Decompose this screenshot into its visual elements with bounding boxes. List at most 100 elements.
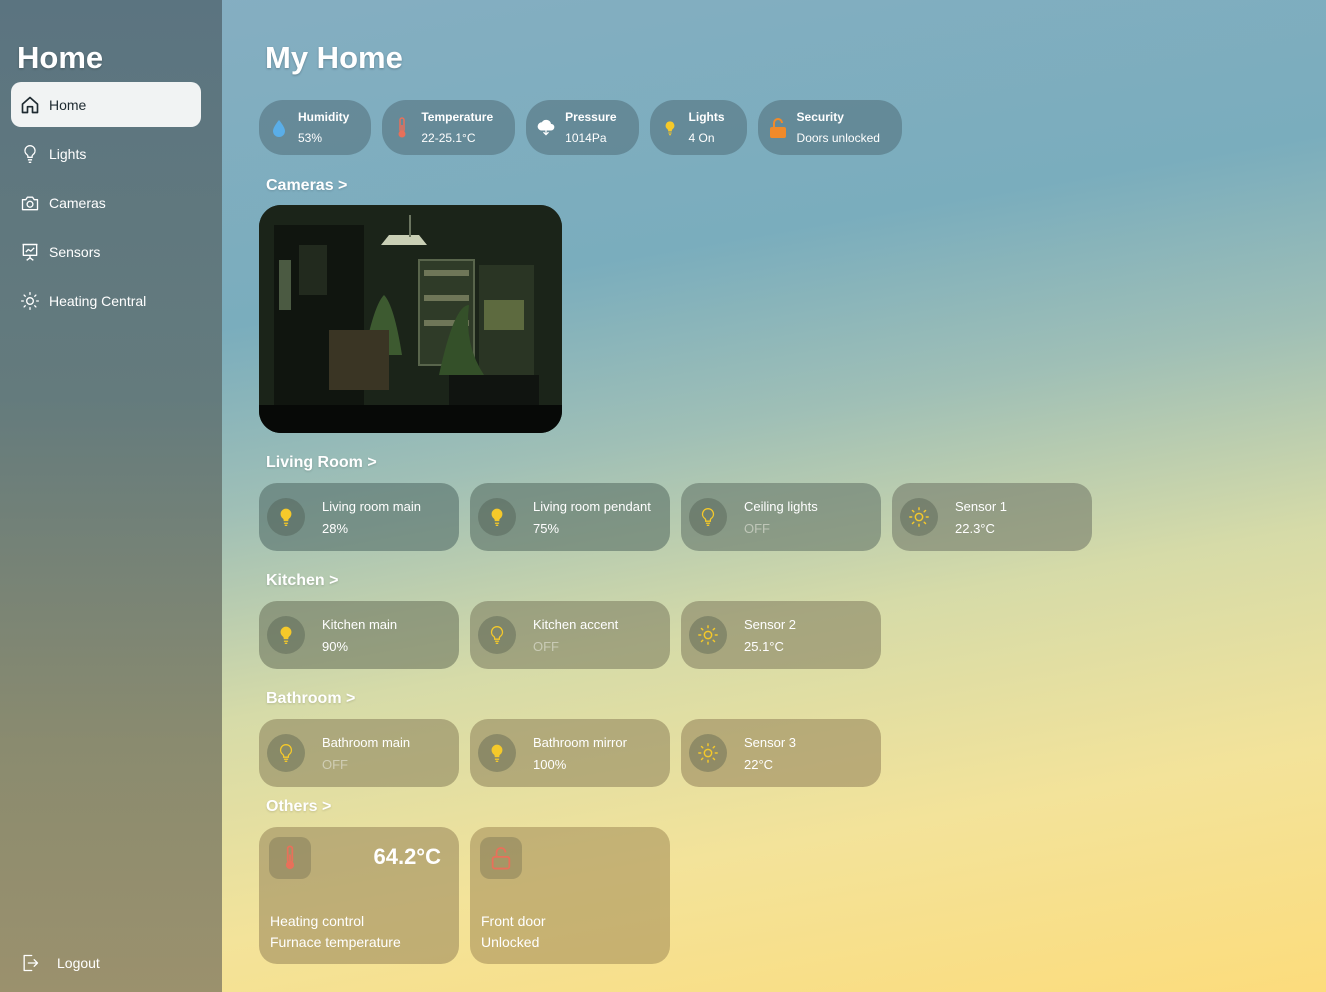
sun-icon	[19, 290, 41, 312]
device-value: 22.3°C	[955, 520, 995, 536]
stat-title: Temperature	[421, 110, 494, 124]
cloud-icon	[536, 116, 556, 140]
device-tile[interactable]: Kitchen accent OFF	[470, 601, 670, 669]
device-name: Front door	[481, 913, 546, 929]
device-tile[interactable]: Kitchen main 90%	[259, 601, 459, 669]
device-name: Sensor 3	[744, 734, 797, 750]
heating-control-tile[interactable]: 64.2°C Heating control Furnace temperatu…	[259, 827, 459, 964]
sun-icon	[689, 616, 727, 654]
others-row: 64.2°C Heating control Furnace temperatu…	[259, 827, 681, 964]
chart-icon	[19, 241, 41, 263]
camera-feed-image	[259, 205, 562, 433]
device-tile[interactable]: Living room pendant 75%	[470, 483, 670, 551]
device-value: OFF	[744, 520, 770, 536]
device-value: 28%	[322, 520, 349, 536]
front-door-tile[interactable]: Front door Unlocked	[470, 827, 670, 964]
device-tile[interactable]: Bathroom mirror 100%	[470, 719, 670, 787]
device-tile[interactable]: Living room main 28%	[259, 483, 459, 551]
device-name: Sensor 1	[955, 498, 1008, 514]
bulb-icon	[19, 143, 41, 165]
page-title: My Home	[265, 40, 403, 75]
sidebar-item-cameras[interactable]: Cameras	[11, 180, 201, 225]
logout-button[interactable]: Logout	[19, 952, 100, 974]
sidebar: Home Home Lights Cameras Sensors Heating…	[0, 0, 222, 992]
section-living-room[interactable]: Living Room >	[266, 454, 377, 472]
bulb-icon	[267, 616, 305, 654]
sidebar-item-label: Lights	[49, 145, 87, 162]
sidebar-nav: Home Lights Cameras Sensors Heating Cent…	[11, 82, 201, 327]
sensor-tile[interactable]: Sensor 3 22°C	[681, 719, 881, 787]
camera-feed[interactable]	[259, 205, 562, 433]
sidebar-item-home[interactable]: Home	[11, 82, 201, 127]
sidebar-item-label: Heating Central	[49, 292, 147, 309]
device-name: Ceiling lights	[744, 498, 818, 514]
sidebar-item-heating-central[interactable]: Heating Central	[11, 278, 201, 323]
unlock-icon	[768, 116, 788, 140]
droplet-icon	[269, 116, 289, 140]
section-kitchen[interactable]: Kitchen >	[266, 572, 338, 590]
sensor-tile[interactable]: Sensor 1 22.3°C	[892, 483, 1092, 551]
unlock-icon	[480, 837, 522, 879]
device-value: 90%	[322, 638, 349, 654]
section-cameras[interactable]: Cameras >	[266, 177, 347, 195]
device-value: 25.1°C	[744, 638, 784, 654]
bulb-icon	[478, 734, 516, 772]
device-subtitle: Unlocked	[481, 934, 540, 950]
bulb-outline-icon	[478, 616, 516, 654]
stat-value: Doors unlocked	[796, 131, 880, 145]
sidebar-item-label: Sensors	[49, 243, 101, 260]
section-bathroom[interactable]: Bathroom >	[266, 690, 355, 708]
device-name: Kitchen main	[322, 616, 398, 632]
sun-icon	[689, 734, 727, 772]
stat-title: Lights	[688, 110, 725, 124]
device-value: 22°C	[744, 756, 774, 772]
stat-value: 22-25.1°C	[421, 131, 476, 145]
device-name: Heating control	[270, 913, 365, 929]
device-value: 100%	[533, 756, 567, 772]
device-name: Kitchen accent	[533, 616, 619, 632]
stat-value: 53%	[298, 131, 323, 145]
device-name: Living room pendant	[533, 498, 651, 514]
sidebar-item-sensors[interactable]: Sensors	[11, 229, 201, 274]
bulb-icon	[660, 116, 680, 140]
stat-temperature[interactable]: Temperature 22-25.1°C	[382, 100, 516, 155]
stat-title: Security	[796, 110, 844, 124]
bathroom-row: Bathroom main OFF Bathroom mirror 100% S…	[259, 719, 892, 787]
device-value: 75%	[533, 520, 560, 536]
stat-humidity[interactable]: Humidity 53%	[259, 100, 372, 155]
stat-pressure[interactable]: Pressure 1014Pa	[526, 100, 639, 155]
device-name: Living room main	[322, 498, 421, 514]
stats-bar: Humidity 53% Temperature 22-25.1°C Press…	[259, 100, 913, 155]
stat-value: 4 On	[688, 131, 715, 145]
bulb-icon	[267, 498, 305, 536]
camera-icon	[19, 192, 41, 214]
device-value: OFF	[322, 756, 348, 772]
stat-value: 1014Pa	[565, 131, 607, 145]
device-subtitle: Furnace temperature	[270, 934, 401, 950]
sidebar-item-lights[interactable]: Lights	[11, 131, 201, 176]
home-icon	[19, 94, 41, 116]
living-room-row: Living room main 28% Living room pendant…	[259, 483, 1103, 551]
section-others[interactable]: Others >	[266, 798, 331, 816]
bulb-outline-icon	[267, 734, 305, 772]
stat-security[interactable]: Security Doors unlocked	[757, 100, 902, 155]
device-name: Bathroom mirror	[533, 734, 627, 750]
stat-title: Humidity	[298, 110, 350, 124]
sidebar-item-label: Home	[49, 96, 87, 113]
stat-lights[interactable]: Lights 4 On	[649, 100, 747, 155]
sidebar-title: Home	[17, 40, 104, 75]
thermometer-icon	[269, 837, 311, 879]
bulb-icon	[478, 498, 516, 536]
furnace-temperature-value: 64.2°C	[373, 844, 441, 869]
sun-icon	[900, 498, 938, 536]
sensor-tile[interactable]: Sensor 2 25.1°C	[681, 601, 881, 669]
sidebar-item-label: Cameras	[49, 194, 106, 211]
device-tile[interactable]: Ceiling lights OFF	[681, 483, 881, 551]
device-value: OFF	[533, 638, 559, 654]
stat-title: Pressure	[565, 110, 617, 124]
bulb-outline-icon	[689, 498, 727, 536]
kitchen-row: Kitchen main 90% Kitchen accent OFF Sens…	[259, 601, 892, 669]
device-name: Sensor 2	[744, 616, 797, 632]
device-tile[interactable]: Bathroom main OFF	[259, 719, 459, 787]
logout-icon	[19, 952, 41, 974]
